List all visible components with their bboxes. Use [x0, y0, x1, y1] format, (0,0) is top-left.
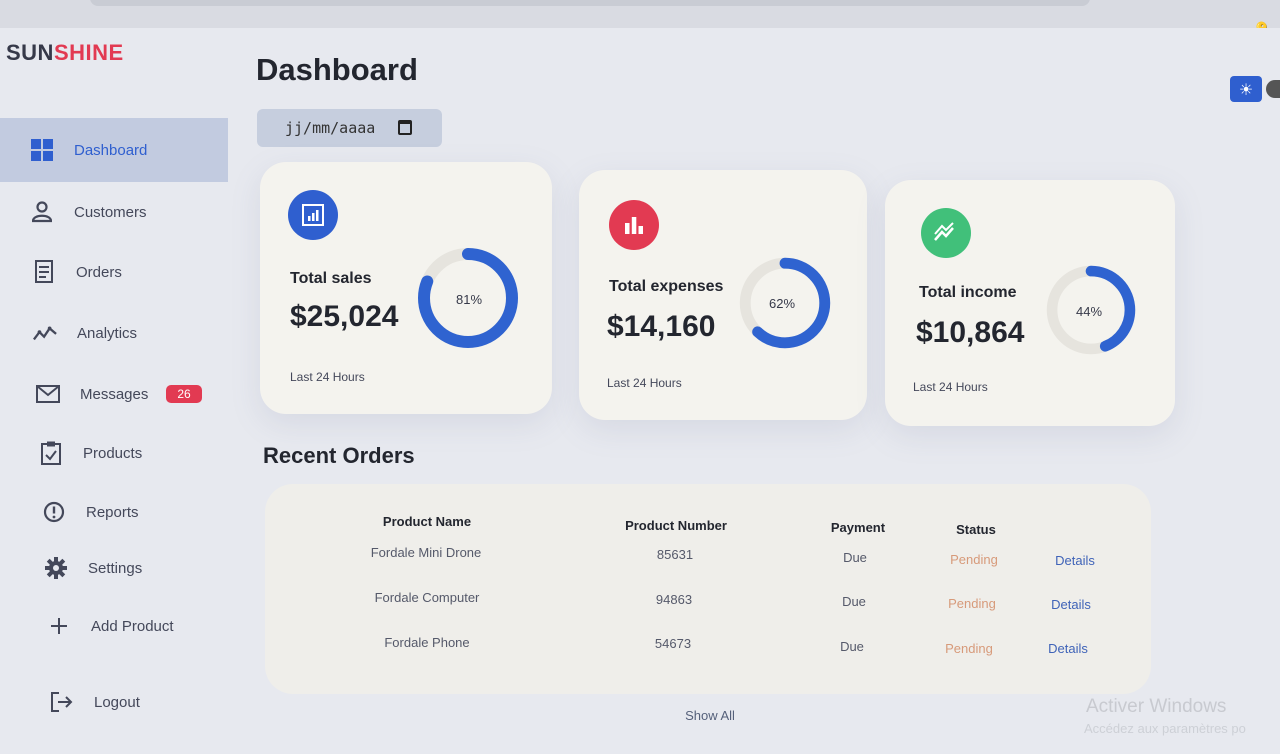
- mail-icon: [36, 382, 60, 406]
- sidebar-item-orders[interactable]: Orders: [0, 240, 228, 304]
- logo: SUNSHINE: [6, 40, 124, 66]
- details-link[interactable]: Details: [981, 597, 1161, 612]
- theme-toggle[interactable]: ☀: [1228, 76, 1280, 102]
- trend-icon: [921, 208, 971, 258]
- sidebar-item-label: Reports: [86, 503, 139, 521]
- bar-chart-icon: [288, 190, 338, 240]
- recent-orders-table: Product Name Product Number Payment Stat…: [265, 484, 1151, 694]
- calendar-icon[interactable]: [398, 120, 412, 135]
- analytics-icon: [33, 321, 57, 345]
- card-period: Last 24 Hours: [913, 380, 988, 394]
- gear-icon: [44, 556, 68, 580]
- alert-icon: [42, 500, 66, 524]
- card-label: Total sales: [290, 270, 372, 287]
- sidebar-item-label: Logout: [94, 693, 140, 711]
- sidebar-item-label: Orders: [76, 263, 122, 281]
- card-label: Total income: [919, 284, 1017, 301]
- sidebar-item-label: Settings: [88, 559, 143, 577]
- sidebar-item-label: Add Product: [91, 617, 174, 635]
- logout-icon: [50, 690, 74, 714]
- card-amount: $14,160: [607, 310, 716, 343]
- details-link[interactable]: Details: [985, 553, 1165, 568]
- product-name-cell: Fordale Phone: [384, 635, 470, 650]
- grid-icon: [30, 138, 54, 162]
- sidebar-item-customers[interactable]: Customers: [0, 180, 228, 244]
- logo-part-sun: SUN: [6, 40, 54, 65]
- product-number-cell: 54673: [654, 636, 692, 651]
- column-header: Product Number: [625, 518, 727, 533]
- sidebar: SUNSHINE Dashboard Customers Orders Anal: [0, 28, 228, 754]
- sidebar-item-add-product[interactable]: Add Product: [0, 594, 228, 658]
- details-link[interactable]: Details: [978, 641, 1158, 656]
- user-icon: [30, 200, 54, 224]
- light-mode-icon[interactable]: ☀: [1230, 76, 1262, 102]
- address-bar[interactable]: [90, 0, 1090, 6]
- card-amount: $25,024: [290, 300, 399, 333]
- page-title: Dashboard: [256, 52, 418, 87]
- windows-activation-title: Activer Windows: [1086, 696, 1227, 717]
- card-percent: 81%: [455, 292, 483, 307]
- product-number-cell: 94863: [655, 592, 693, 607]
- product-number-cell: 85631: [656, 547, 694, 562]
- column-header: Product Name: [382, 514, 472, 529]
- sidebar-item-dashboard[interactable]: Dashboard: [0, 118, 228, 182]
- sales-card: Total sales $25,024 Last 24 Hours 81%: [260, 162, 552, 414]
- sidebar-item-label: Customers: [74, 203, 147, 221]
- date-placeholder: jj/mm/aaaa: [285, 119, 376, 137]
- recent-orders-title: Recent Orders: [263, 443, 415, 468]
- sidebar-item-label: Analytics: [77, 324, 138, 342]
- sidebar-item-label: Dashboard: [74, 141, 148, 159]
- sidebar-item-settings[interactable]: Settings: [0, 536, 228, 600]
- card-period: Last 24 Hours: [290, 370, 365, 384]
- show-all-link[interactable]: Show All: [660, 708, 760, 723]
- product-name-cell: Fordale Mini Drone: [370, 545, 482, 560]
- sidebar-item-analytics[interactable]: Analytics: [0, 301, 228, 365]
- expenses-card: Total expenses $14,160 Last 24 Hours 62%: [579, 170, 867, 420]
- sidebar-item-label: Products: [83, 444, 143, 462]
- windows-activation-subtitle: Accédez aux paramètres po: [1084, 721, 1246, 736]
- product-name-cell: Fordale Computer: [374, 590, 480, 605]
- sidebar-item-products[interactable]: Products: [0, 421, 228, 485]
- card-amount: $10,864: [916, 316, 1025, 349]
- sidebar-item-label: Messages: [80, 385, 149, 403]
- card-percent: 62%: [768, 296, 796, 311]
- card-label: Total expenses: [609, 278, 724, 295]
- logo-part-shine: SHINE: [53, 40, 124, 65]
- receipt-icon: [32, 260, 56, 284]
- messages-count-badge: 26: [166, 385, 202, 403]
- date-input[interactable]: jj/mm/aaaa: [257, 109, 442, 147]
- plus-icon: [47, 614, 71, 638]
- sidebar-item-messages[interactable]: Messages 26: [0, 362, 228, 426]
- dark-mode-icon[interactable]: [1266, 80, 1280, 98]
- card-period: Last 24 Hours: [607, 376, 682, 390]
- bar-chart-icon: [609, 200, 659, 250]
- sidebar-item-reports[interactable]: Reports: [0, 480, 228, 544]
- sidebar-item-logout[interactable]: Logout: [0, 670, 228, 734]
- card-percent: 44%: [1075, 304, 1103, 319]
- column-header: Status: [956, 522, 996, 537]
- income-card: Total income $10,864 Last 24 Hours 44%: [885, 180, 1175, 426]
- app: SUNSHINE Dashboard Customers Orders Anal: [0, 28, 1280, 754]
- clipboard-icon: [39, 441, 63, 465]
